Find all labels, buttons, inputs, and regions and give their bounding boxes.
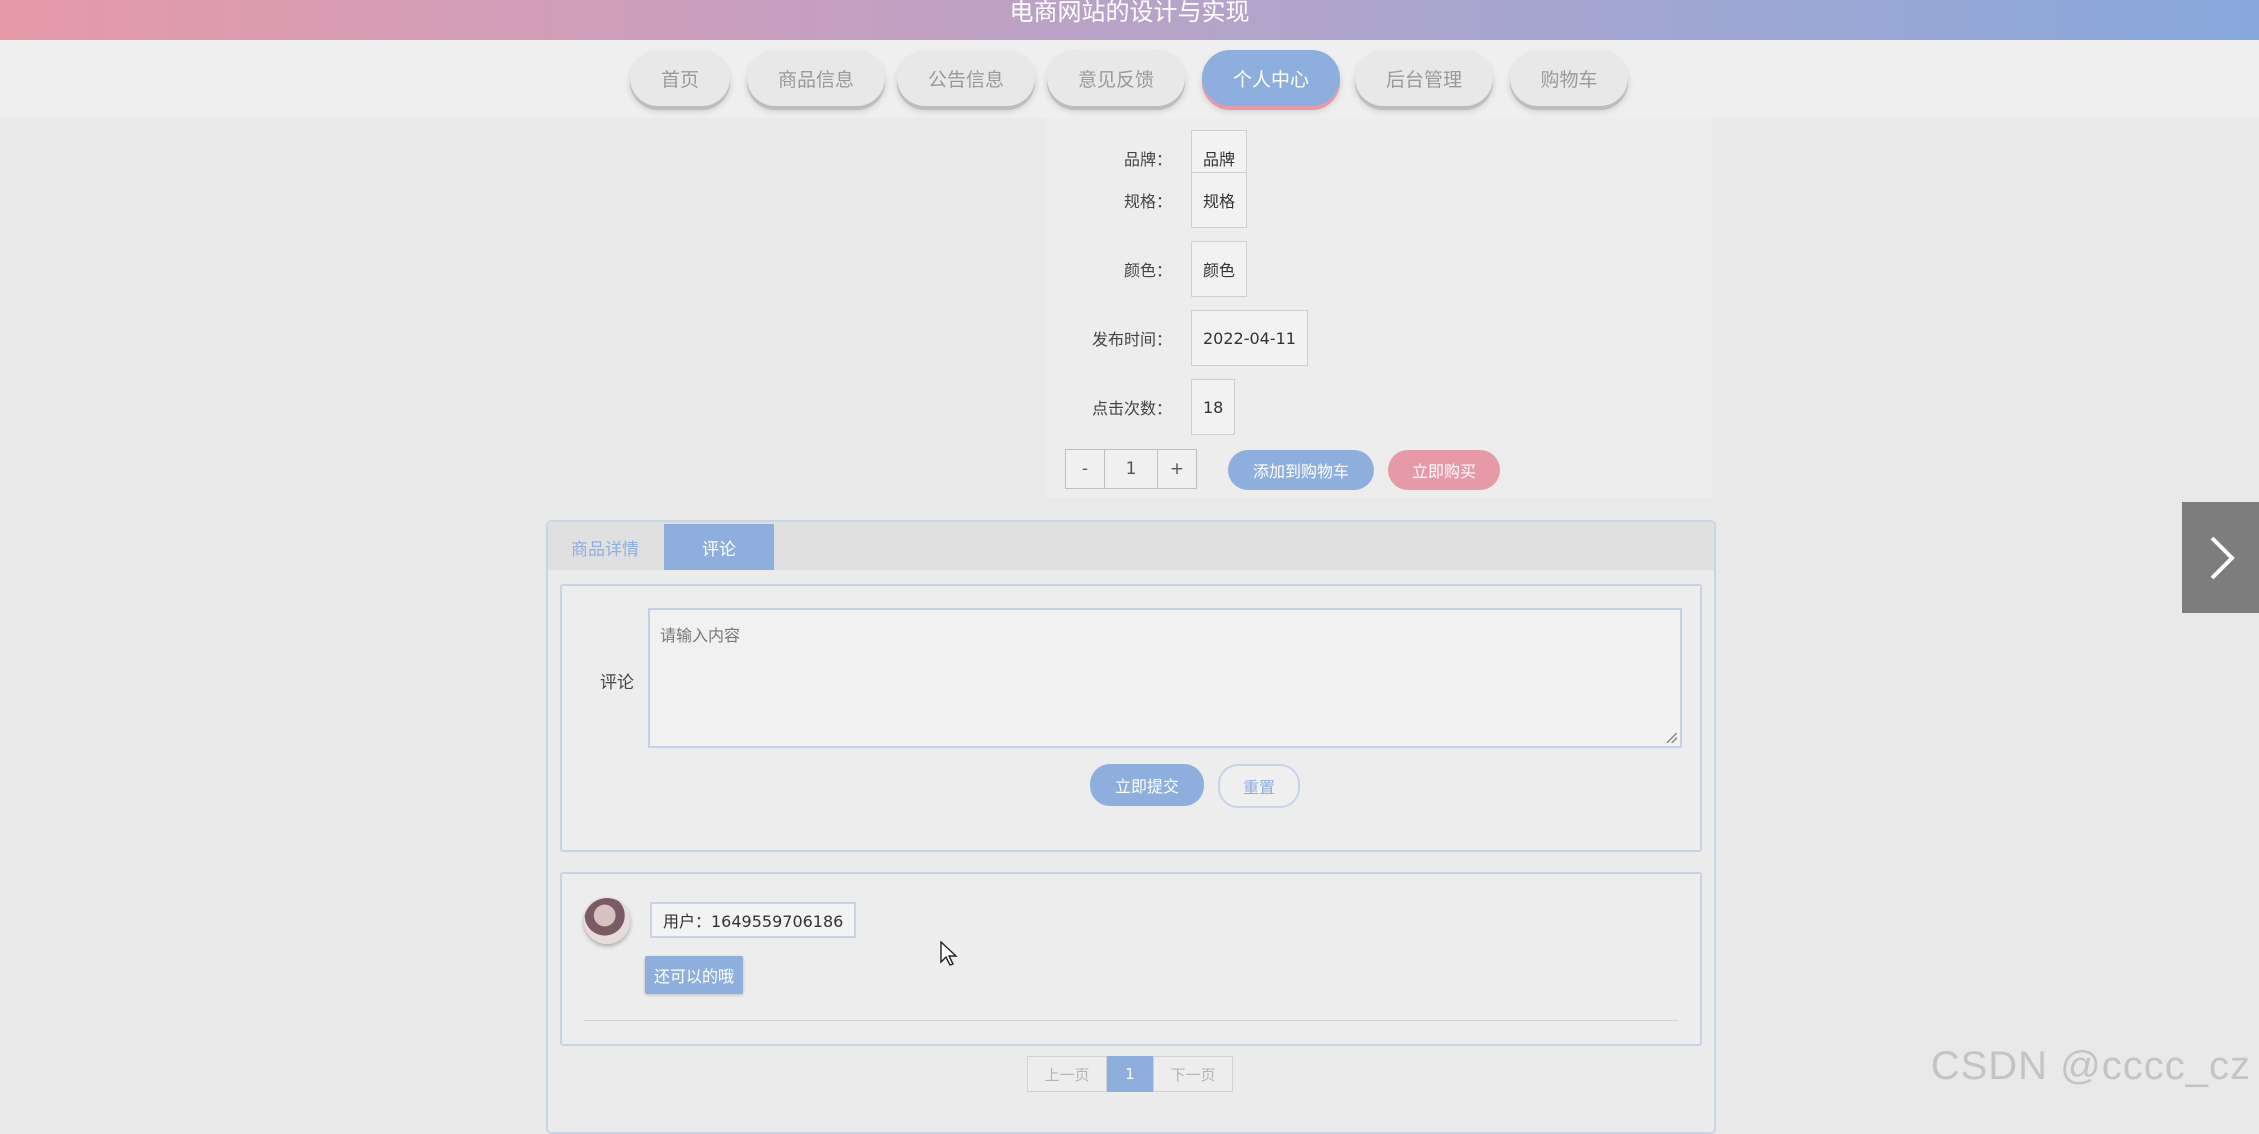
page-1-button[interactable]: 1 xyxy=(1107,1056,1153,1092)
comment-user: 用户：1649559706186 xyxy=(650,902,857,938)
color-label: 颜色： xyxy=(1123,261,1172,280)
prev-page-button[interactable]: 上一页 xyxy=(1027,1056,1107,1092)
quantity-plus-button[interactable]: + xyxy=(1157,449,1197,489)
publish-time-label: 发布时间： xyxy=(1091,330,1172,349)
quantity-input[interactable]: 1 xyxy=(1105,449,1157,489)
spec-value: 规格 xyxy=(1191,172,1248,228)
info-row-publish-time: 发布时间： 2022-04-11 xyxy=(1046,310,1712,366)
nav-admin[interactable]: 后台管理 xyxy=(1355,50,1493,106)
chevron-right-icon xyxy=(2210,536,2235,579)
reset-button[interactable]: 重置 xyxy=(1218,764,1300,808)
quantity-stepper: - 1 + xyxy=(1065,449,1197,489)
comment-divider xyxy=(584,1020,1678,1021)
nav-products[interactable]: 商品信息 xyxy=(747,50,885,106)
comment-content: 还可以的哦 xyxy=(645,956,744,994)
pagination: 上一页 1 下一页 xyxy=(1027,1056,1233,1092)
comment-placeholder: 请输入内容 xyxy=(660,626,741,645)
nav-home[interactable]: 首页 xyxy=(630,50,730,106)
product-info-panel: 品牌： 品牌 规格： 规格 颜色： 颜色 发布时间： 2022-04-11 点击… xyxy=(1046,118,1712,498)
main-nav: 首页 商品信息 公告信息 意见反馈 个人中心 后台管理 购物车 xyxy=(0,50,2259,108)
info-row-clicks: 点击次数： 18 xyxy=(1046,379,1712,435)
info-row-spec: 规格： 规格 xyxy=(1046,172,1712,228)
tab-bar: 商品详情 评论 xyxy=(548,522,1714,570)
comment-textarea[interactable]: 请输入内容 xyxy=(648,608,1682,748)
clicks-label: 点击次数： xyxy=(1091,399,1172,418)
nav-personal-center[interactable]: 个人中心 xyxy=(1202,50,1340,106)
avatar xyxy=(584,898,630,944)
comment-label: 评论 xyxy=(600,673,634,693)
submit-comment-button[interactable]: 立即提交 xyxy=(1090,764,1204,806)
next-page-button[interactable]: 下一页 xyxy=(1153,1056,1233,1092)
next-slide-button[interactable] xyxy=(2182,502,2259,613)
buy-now-button[interactable]: 立即购买 xyxy=(1388,450,1500,490)
color-value: 颜色 xyxy=(1191,241,1248,297)
add-to-cart-button[interactable]: 添加到购物车 xyxy=(1228,450,1374,490)
nav-feedback[interactable]: 意见反馈 xyxy=(1047,50,1185,106)
tab-comments[interactable]: 评论 xyxy=(664,524,774,570)
publish-time-value: 2022-04-11 xyxy=(1191,310,1308,366)
comment-form: 评论 请输入内容 立即提交 重置 xyxy=(560,584,1702,852)
info-row-color: 颜色： 颜色 xyxy=(1046,241,1712,297)
clicks-value: 18 xyxy=(1191,379,1236,435)
watermark: CSDN @cccc_cz xyxy=(1930,1044,2251,1088)
mouse-cursor-icon xyxy=(940,941,958,966)
quantity-minus-button[interactable]: - xyxy=(1065,449,1105,489)
header-bar: 电商网站的设计与实现 xyxy=(0,0,2259,40)
site-title: 电商网站的设计与实现 xyxy=(1009,0,1250,26)
nav-notices[interactable]: 公告信息 xyxy=(897,50,1035,106)
comment-item: 用户：1649559706186 还可以的哦 xyxy=(560,872,1702,1046)
resize-grip-icon[interactable] xyxy=(1667,733,1677,743)
nav-cart[interactable]: 购物车 xyxy=(1510,50,1628,106)
spec-label: 规格： xyxy=(1123,192,1172,211)
tab-product-details[interactable]: 商品详情 xyxy=(548,524,662,570)
product-tabs: 商品详情 评论 评论 请输入内容 立即提交 重置 用户：164955970618… xyxy=(546,520,1716,1134)
